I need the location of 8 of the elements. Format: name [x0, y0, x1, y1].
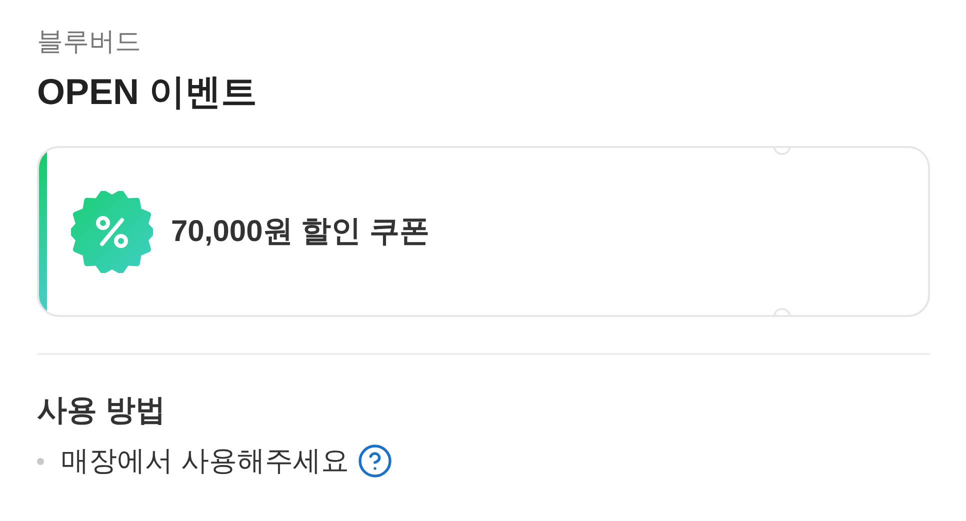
brand-name: 블루버드: [37, 25, 142, 58]
bullet-icon: [37, 458, 44, 464]
usage-instruction: 매장에서 사용해주세요: [61, 444, 349, 478]
help-icon[interactable]: [356, 443, 393, 479]
discount-badge-icon: [71, 190, 153, 272]
event-title: OPEN 이벤트: [37, 70, 258, 114]
coupon-label: 70,000원 할인 쿠폰: [171, 214, 430, 250]
section-heading: 사용 방법: [37, 393, 166, 429]
